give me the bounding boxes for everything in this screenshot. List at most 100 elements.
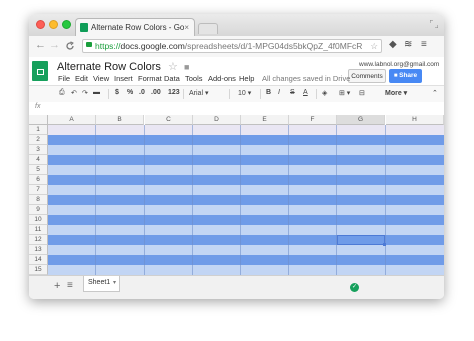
redo-icon[interactable]: ↷ [82,89,88,97]
column-header-d[interactable]: D [193,115,241,125]
url-scheme: https:// [95,41,121,51]
row-header-8[interactable]: 8 [29,195,48,205]
lock-icon [86,42,92,47]
row-header-10[interactable]: 10 [29,215,48,225]
bold-button[interactable]: B [266,89,271,96]
percent-button[interactable]: % [127,89,133,96]
explore-check-icon[interactable]: ✓ [350,283,359,292]
url-host: docs.google.com [120,41,185,51]
sheet-tab-label: Sheet1 [88,279,111,286]
spreadsheet-grid[interactable]: A B C D E F G H 1 2 3 4 5 6 7 8 9 10 11 12 13 14 15 [29,115,444,275]
menu-insert[interactable]: Insert [114,74,133,83]
row-header-11[interactable]: 11 [29,225,48,235]
browser-tab[interactable]: Alternate Row Colors - Go × [75,18,195,36]
share-button[interactable]: ■ Share [389,69,422,83]
italic-button[interactable]: I [278,89,280,96]
star-icon[interactable]: ☆ [168,61,178,73]
row-header-5[interactable]: 5 [29,165,48,175]
add-sheet-button[interactable]: + [54,280,60,292]
document-title-text: Alternate Row Colors [57,61,161,73]
menu-edit[interactable]: Edit [75,74,88,83]
column-gridline [288,125,289,275]
increase-decimals-button[interactable]: .00 [151,89,161,96]
row-header-7[interactable]: 7 [29,185,48,195]
formula-bar[interactable]: fx [29,102,444,116]
select-all-corner[interactable] [29,115,48,125]
merge-icon[interactable]: ⊟ [359,89,365,97]
comments-button[interactable]: Comments [348,69,386,83]
forward-button[interactable]: → [49,39,60,51]
extension-icon[interactable]: ◆ [389,39,397,50]
font-select[interactable]: Arial ▾ [189,89,208,97]
document-title[interactable]: Alternate Row Colors ☆ ■ [57,60,189,73]
sheet-tab-menu-icon[interactable]: ▾ [113,276,116,290]
reload-icon[interactable] [65,41,75,51]
row-header-9[interactable]: 9 [29,205,48,215]
menu-addons[interactable]: Add-ons [208,74,236,83]
fullscreen-icon[interactable] [430,20,438,28]
font-name: Arial [189,90,204,97]
row-header-15[interactable]: 15 [29,265,48,275]
close-window-button[interactable] [36,20,45,29]
menu-tools[interactable]: Tools [185,74,203,83]
fill-handle[interactable] [383,243,386,246]
column-header-a[interactable]: A [48,115,96,125]
toolbar-divider [108,89,109,99]
strikethrough-button[interactable]: S [290,89,295,96]
fill-color-icon[interactable]: ◈ [322,89,327,97]
row-header-3[interactable]: 3 [29,145,48,155]
title-bar: Alternate Row Colors - Go × [29,14,444,36]
back-button[interactable]: ← [35,39,46,51]
row-header-4[interactable]: 4 [29,155,48,165]
collapse-toolbar-icon[interactable]: ⌃ [432,89,438,97]
new-tab-button[interactable] [198,23,218,34]
text-color-button[interactable]: A [303,89,308,96]
column-header-h[interactable]: H [386,115,444,125]
zoom-window-button[interactable] [62,20,71,29]
font-size-value: 10 [238,90,246,97]
row-header-12[interactable]: 12 [29,235,48,245]
save-status: All changes saved in Drive [262,74,351,83]
sheet-tab-sheet1[interactable]: Sheet1 ▾ [83,276,120,292]
menu-file[interactable]: File [58,74,70,83]
number-format-button[interactable]: 123 [168,89,180,96]
undo-icon[interactable]: ↶ [71,89,77,97]
url-field[interactable]: https://docs.google.com/spreadsheets/d/1… [82,39,382,53]
column-header-b[interactable]: B [96,115,144,125]
column-gridline [385,125,386,275]
row-header-14[interactable]: 14 [29,255,48,265]
minimize-window-button[interactable] [49,20,58,29]
menu-view[interactable]: View [93,74,109,83]
borders-icon[interactable]: ⊞ ▾ [339,89,350,97]
bookmark-star-icon[interactable]: ☆ [370,40,378,52]
sheets-logo-icon[interactable] [32,61,48,81]
toolbar-divider [229,89,230,99]
column-header-c[interactable]: C [145,115,193,125]
column-header-f[interactable]: F [289,115,337,125]
sheets-logo-grid [37,69,44,75]
row-header-2[interactable]: 2 [29,135,48,145]
column-header-e[interactable]: E [241,115,289,125]
browser-menu-icon[interactable]: ≡ [421,39,427,50]
column-header-g[interactable]: G [337,115,385,125]
row-header-13[interactable]: 13 [29,245,48,255]
row-header-6[interactable]: 6 [29,175,48,185]
paint-format-icon[interactable]: ▬ [93,89,100,96]
menu-help[interactable]: Help [239,74,254,83]
account-email[interactable]: www.labnol.org@gmail.com [359,61,439,68]
toolbar-divider [260,89,261,99]
row-header-1[interactable]: 1 [29,125,48,135]
menu-data[interactable]: Data [164,74,180,83]
currency-button[interactable]: $ [115,89,119,96]
toolbar-divider [316,89,317,99]
decrease-decimals-button[interactable]: .0 [139,89,145,96]
selected-cell[interactable] [337,235,385,245]
print-icon[interactable]: ⎙ [59,89,65,97]
tab-close-icon[interactable]: × [184,19,189,36]
more-button[interactable]: More ▾ [385,89,407,97]
layers-icon[interactable]: ≋ [404,39,412,50]
menu-format[interactable]: Format [138,74,162,83]
all-sheets-button[interactable]: ≡ [67,280,73,291]
font-size-select[interactable]: 10 ▾ [238,89,251,97]
folder-icon[interactable]: ■ [184,62,189,72]
